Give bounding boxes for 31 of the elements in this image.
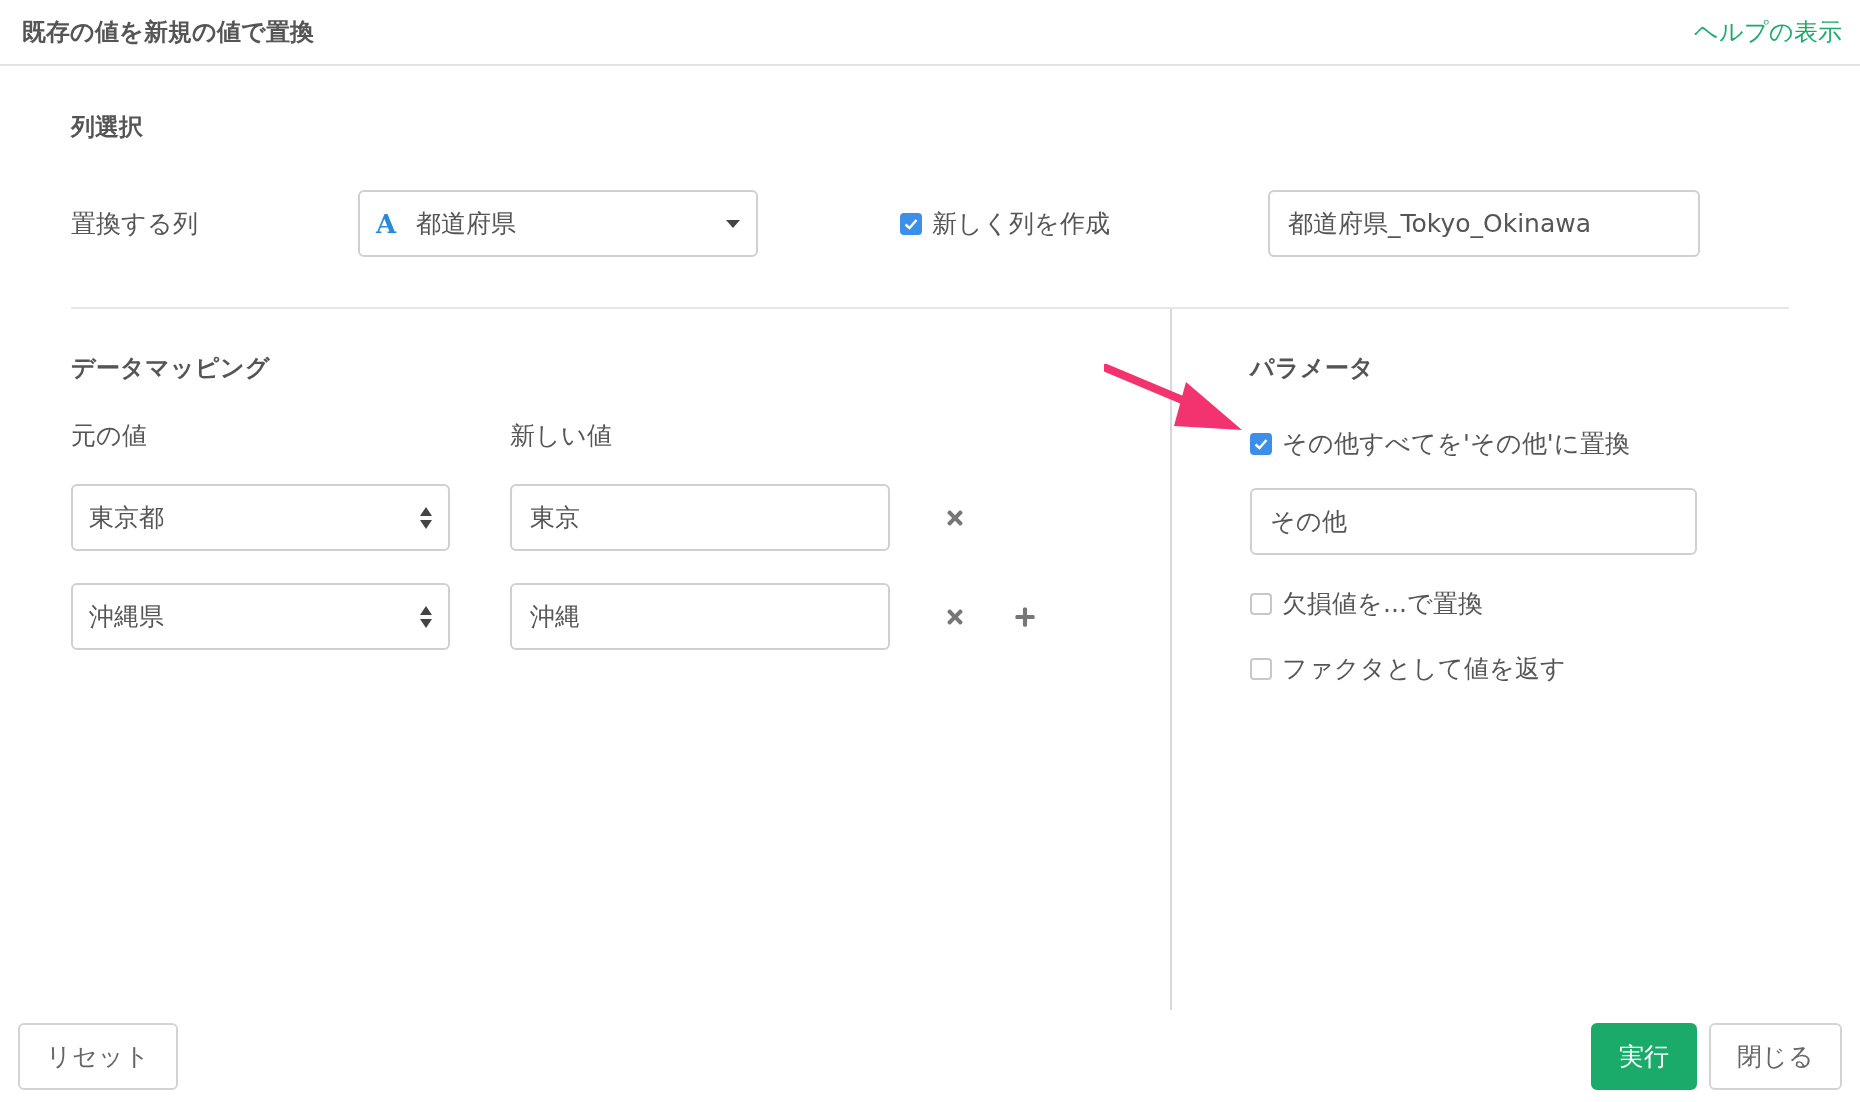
button[interactable]: 閉じる (1709, 1022, 1842, 1090)
original-value-select[interactable]: 東京都 (71, 484, 450, 551)
checkbox-label: 欠損値を...で置換 (1282, 588, 1483, 620)
section-heading: パラメータ (1250, 353, 1375, 383)
checkmark-icon (1254, 437, 1268, 450)
checkbox[interactable] (1250, 432, 1272, 455)
plus-icon[interactable] (1014, 605, 1036, 628)
checkbox[interactable] (1250, 592, 1272, 615)
checkbox-label: ファクタとして値を返す (1282, 653, 1566, 685)
sort-arrows-icon (420, 604, 432, 629)
button[interactable]: リセット (18, 1022, 178, 1090)
checkbox-label: 新しく列を作成 (932, 208, 1110, 240)
original-value-select[interactable]: 沖縄県 (71, 583, 450, 650)
field-label: 置換する列 (71, 208, 199, 240)
section-heading: データマッピング (71, 353, 271, 383)
column-label: 新しい値 (510, 420, 612, 452)
column-label: 元の値 (71, 420, 148, 452)
checkbox[interactable] (900, 212, 922, 235)
column-select[interactable]: A 都道府県 (358, 190, 758, 257)
dialog-title: 既存の値を新規の値で置換 (22, 17, 314, 48)
new-column-name-field[interactable]: 都道府県_Tokyo_Okinawa (1268, 190, 1700, 257)
checkbox-label: その他すべてを'その他'に置換 (1282, 428, 1630, 460)
checkmark-icon (904, 217, 918, 230)
sort-arrows-icon (420, 505, 432, 530)
new-value-field[interactable]: 東京 (510, 484, 890, 551)
checkbox[interactable] (1250, 657, 1272, 680)
new-value-field[interactable]: 沖縄 (510, 583, 890, 650)
text-type-icon: A (376, 208, 397, 239)
other-value-field[interactable]: その他 (1250, 488, 1697, 555)
section-heading: 列選択 (71, 112, 144, 142)
caret-icon (726, 219, 740, 228)
